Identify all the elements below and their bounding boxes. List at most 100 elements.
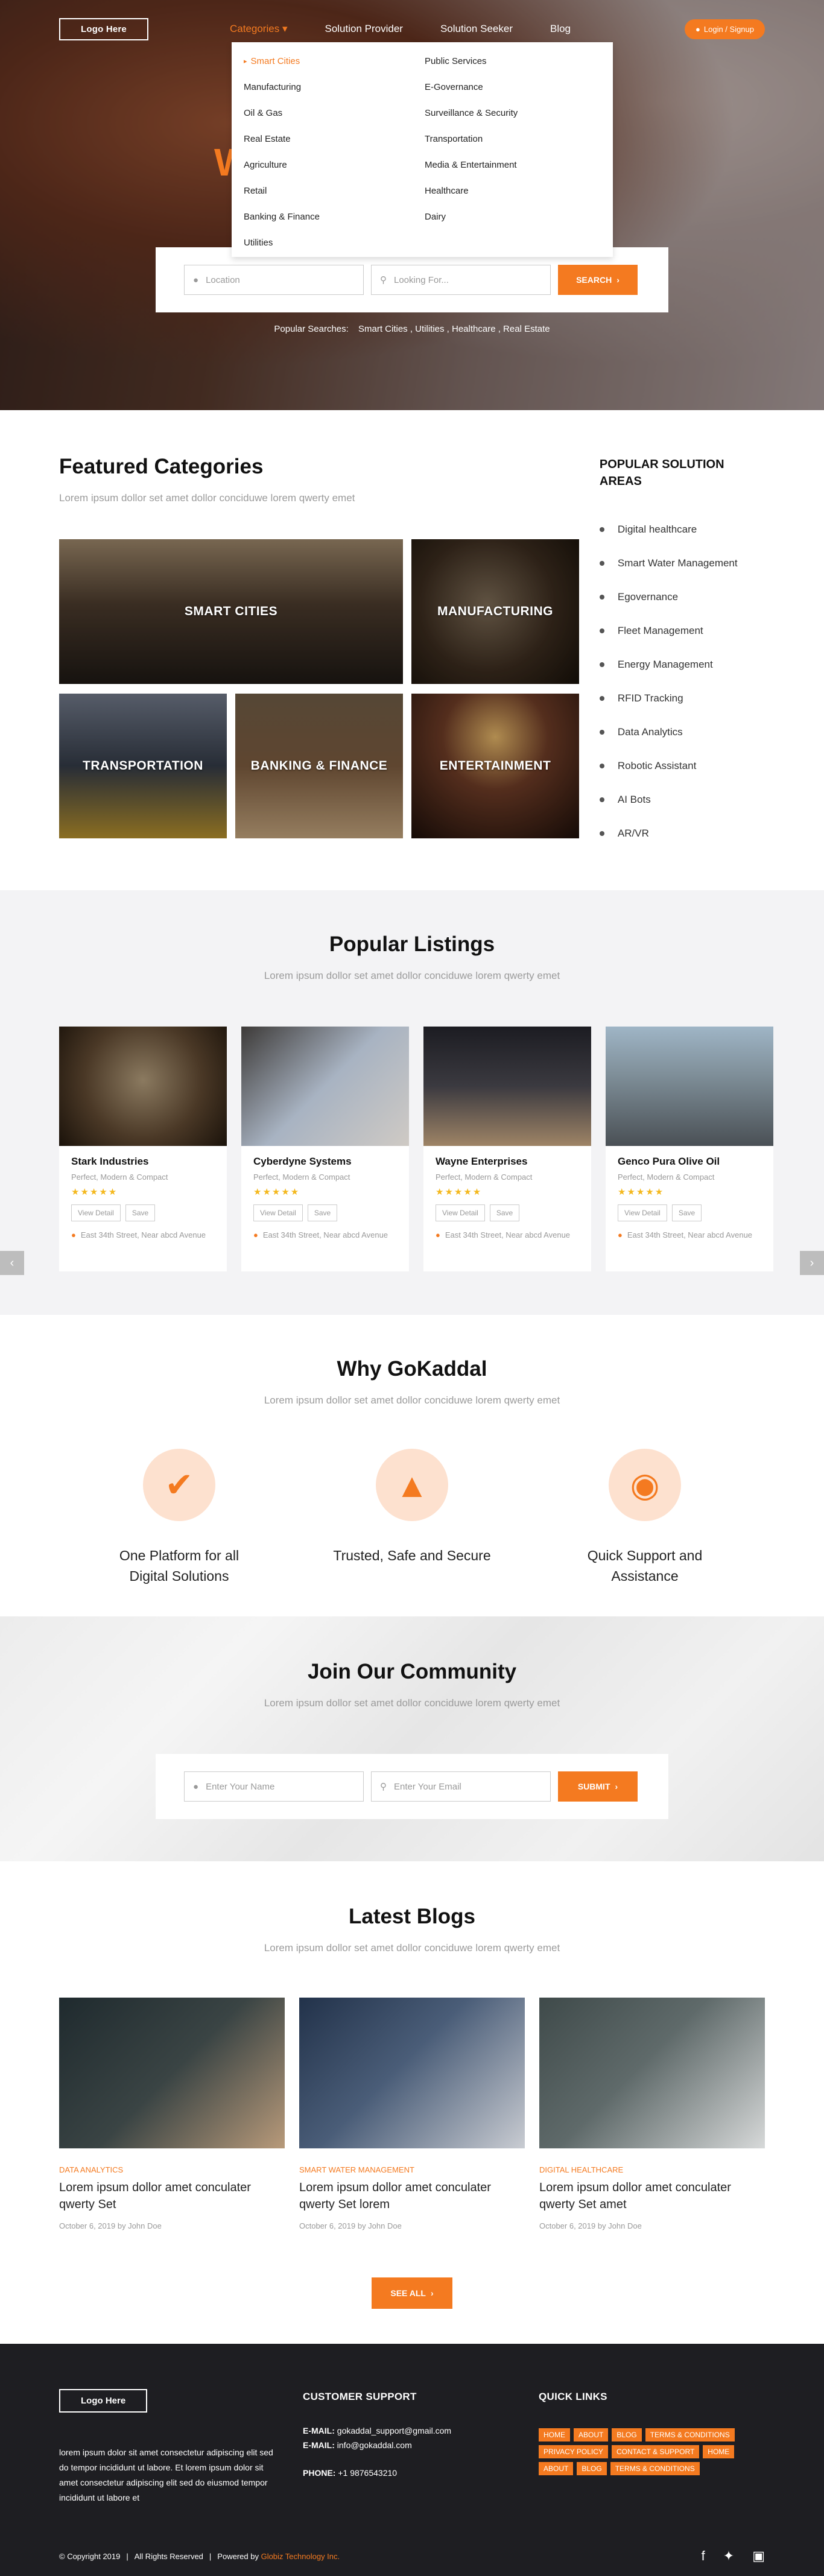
dropdown-item[interactable]: Utilities (244, 230, 425, 256)
dropdown-item[interactable]: Transportation (425, 126, 606, 152)
blog-card[interactable]: DIGITAL HEALTHCARE Lorem ipsum dollor am… (539, 1998, 765, 2230)
quick-link[interactable]: CONTACT & SUPPORT (611, 2445, 700, 2458)
footer: Logo Here lorem ipsum dolor sit amet con… (0, 2344, 824, 2576)
dropdown-item[interactable]: Surveillance & Security (425, 100, 606, 126)
blog-meta: October 6, 2019 by John Doe (539, 2221, 642, 2230)
dropdown-item[interactable]: Banking & Finance (244, 204, 425, 230)
see-all-button[interactable]: SEE ALL › (372, 2277, 452, 2309)
blog-category[interactable]: DATA ANALYTICS (59, 2165, 285, 2174)
blog-title[interactable]: Lorem ipsum dollor amet conculater qwert… (539, 2179, 765, 2213)
save-button[interactable]: Save (671, 1204, 702, 1221)
blog-meta: October 6, 2019 by John Doe (299, 2221, 402, 2230)
nav-blog[interactable]: Blog (550, 23, 571, 35)
dropdown-item[interactable]: Healthcare (425, 178, 606, 204)
listing-address: East 34th Street, Near abcd Avenue (627, 1230, 753, 1239)
popular-searches-links[interactable]: Smart Cities , Utilities , Healthcare , … (358, 324, 550, 334)
looking-for-field[interactable]: ⚲ Looking For... (371, 265, 551, 295)
view-detail-button[interactable]: View Detail (71, 1204, 121, 1221)
view-detail-button[interactable]: View Detail (253, 1204, 303, 1221)
view-detail-button[interactable]: View Detail (436, 1204, 485, 1221)
email-field[interactable]: ⚲ Enter Your Email (371, 1771, 551, 1802)
dropdown-item[interactable]: Public Services (425, 48, 606, 74)
quick-link[interactable]: BLOG (612, 2428, 642, 2442)
dropdown-item[interactable]: Oil & Gas (244, 100, 425, 126)
category-tile-transportation[interactable]: TRANSPORTATION (59, 694, 227, 838)
listing-card[interactable]: Stark Industries Perfect, Modern & Compa… (59, 1027, 227, 1271)
twitter-icon[interactable]: ✦ (723, 2548, 734, 2564)
blog-card[interactable]: DATA ANALYTICS Lorem ipsum dollor amet c… (59, 1998, 285, 2230)
join-subtitle: Lorem ipsum dollor set amet dollor conci… (264, 1697, 560, 1709)
blog-category[interactable]: SMART WATER MANAGEMENT (299, 2165, 525, 2174)
info-email[interactable]: info@gokaddal.com (337, 2440, 412, 2450)
join-form: ● Enter Your Name ⚲ Enter Your Email SUB… (156, 1754, 668, 1819)
support-email[interactable]: gokaddal_support@gmail.com (337, 2426, 451, 2435)
submit-button[interactable]: SUBMIT › (558, 1771, 638, 1802)
dropdown-item[interactable]: Agriculture (244, 152, 425, 178)
dropdown-item[interactable]: Media & Entertainment (425, 152, 606, 178)
dropdown-item[interactable]: Manufacturing (244, 74, 425, 100)
popular-area-item[interactable]: Fleet Management (600, 614, 765, 648)
popular-area-item[interactable]: Egovernance (600, 580, 765, 614)
popular-area-item[interactable]: Smart Water Management (600, 546, 765, 580)
quick-link[interactable]: PRIVACY POLICY (539, 2445, 608, 2458)
quick-link[interactable]: BLOG (577, 2462, 607, 2475)
why-feature: ▲ Trusted, Safe and Secure (332, 1449, 492, 1586)
top-nav: Logo Here Categories ▾ Solution Provider… (59, 17, 765, 41)
footer-logo[interactable]: Logo Here (59, 2389, 148, 2413)
quick-link[interactable]: TERMS & CONDITIONS (645, 2428, 735, 2442)
blog-category[interactable]: DIGITAL HEALTHCARE (539, 2165, 765, 2174)
carousel-next-button[interactable]: › (800, 1251, 824, 1275)
nav-categories[interactable]: Categories ▾ (230, 23, 288, 35)
popular-area-item[interactable]: AI Bots (600, 783, 765, 817)
quick-link[interactable]: TERMS & CONDITIONS (610, 2462, 700, 2475)
instagram-icon[interactable]: ▣ (752, 2548, 765, 2564)
quick-link[interactable]: ABOUT (539, 2462, 574, 2475)
popular-area-item[interactable]: Robotic Assistant (600, 749, 765, 783)
search-button[interactable]: SEARCH › (558, 265, 638, 295)
save-button[interactable]: Save (125, 1204, 156, 1221)
dropdown-item[interactable]: Dairy (425, 204, 606, 230)
popular-area-item[interactable]: Digital healthcare (600, 513, 765, 546)
facebook-icon[interactable]: f (702, 2548, 705, 2564)
popular-area-item[interactable]: Data Analytics (600, 715, 765, 749)
dropdown-item[interactable]: Smart Cities (244, 48, 425, 74)
location-pin-icon: ● (618, 1230, 623, 1239)
category-tile-manufacturing[interactable]: MANUFACTURING (411, 539, 579, 684)
blog-title[interactable]: Lorem ipsum dollor amet conculater qwert… (299, 2179, 525, 2213)
why-feature: ✔ One Platform for all Digital Solutions (100, 1449, 259, 1586)
popular-area-item[interactable]: RFID Tracking (600, 682, 765, 715)
blog-card[interactable]: SMART WATER MANAGEMENT Lorem ipsum dollo… (299, 1998, 525, 2230)
popular-area-item[interactable]: AR/VR (600, 817, 765, 850)
category-tile-smart-cities[interactable]: SMART CITIES (59, 539, 403, 684)
category-tile-entertainment[interactable]: ENTERTAINMENT (411, 694, 579, 838)
listing-card[interactable]: Cyberdyne Systems Perfect, Modern & Comp… (241, 1027, 409, 1271)
location-field[interactable]: ● Location (184, 265, 364, 295)
quick-link[interactable]: ABOUT (574, 2428, 609, 2442)
headset-icon: ◉ (609, 1449, 681, 1521)
popular-area-item[interactable]: Energy Management (600, 648, 765, 682)
powered-by-link[interactable]: Globiz Technology Inc. (261, 2552, 340, 2561)
phone-label: PHONE: (303, 2468, 336, 2478)
category-tile-banking-finance[interactable]: BANKING & FINANCE (235, 694, 403, 838)
nav-solution-provider[interactable]: Solution Provider (325, 23, 402, 35)
dropdown-item[interactable]: Real Estate (244, 126, 425, 152)
blog-title[interactable]: Lorem ipsum dollor amet conculater qwert… (59, 2179, 285, 2213)
view-detail-button[interactable]: View Detail (618, 1204, 667, 1221)
login-button[interactable]: ● Login / Signup (685, 19, 765, 39)
dropdown-item[interactable]: E-Governance (425, 74, 606, 100)
logo[interactable]: Logo Here (59, 17, 148, 40)
save-button[interactable]: Save (307, 1204, 338, 1221)
carousel-prev-button[interactable]: ‹ (0, 1251, 24, 1275)
dropdown-item[interactable]: Retail (244, 178, 425, 204)
phone-number[interactable]: +1 9876543210 (338, 2468, 397, 2478)
quick-link[interactable]: HOME (703, 2445, 735, 2458)
location-pin-icon: ● (253, 1230, 258, 1239)
listing-card[interactable]: Wayne Enterprises Perfect, Modern & Comp… (423, 1027, 591, 1271)
name-field[interactable]: ● Enter Your Name (184, 1771, 364, 1802)
quick-link[interactable]: HOME (539, 2428, 570, 2442)
listing-card[interactable]: Genco Pura Olive Oil Perfect, Modern & C… (606, 1027, 773, 1271)
why-feature: ◉ Quick Support and Assistance (565, 1449, 724, 1586)
save-button[interactable]: Save (489, 1204, 520, 1221)
nav-solution-seeker[interactable]: Solution Seeker (440, 23, 513, 35)
popular-areas-title: POPULAR SOLUTION AREAS (599, 458, 724, 488)
